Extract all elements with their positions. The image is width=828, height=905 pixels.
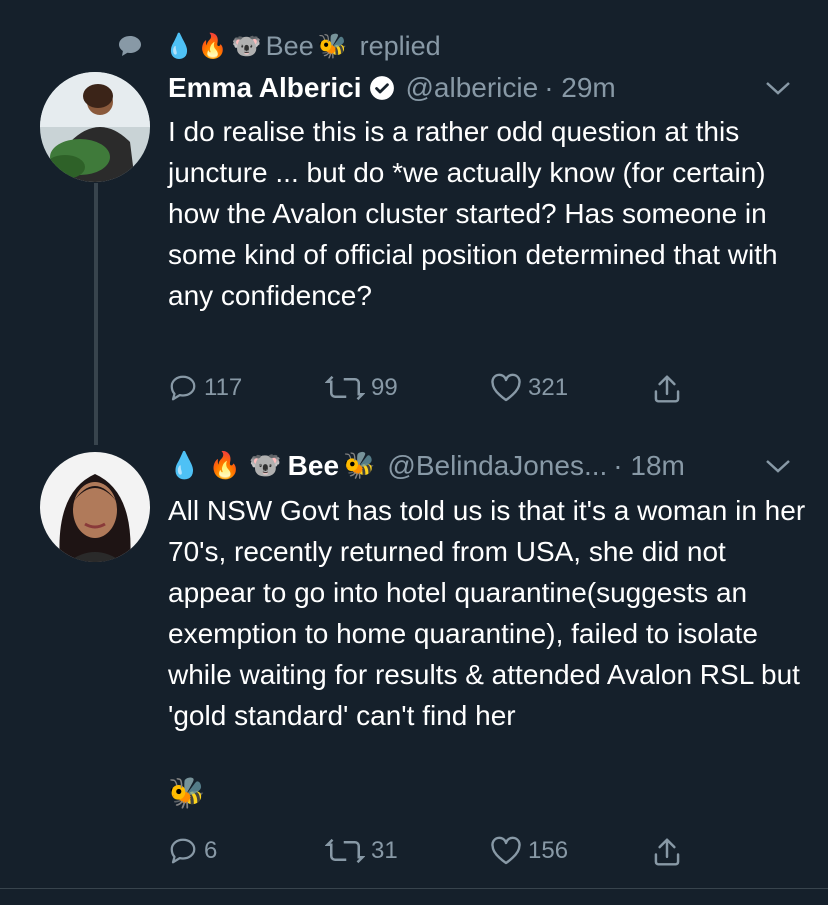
chevron-down-icon[interactable]	[765, 458, 791, 474]
retweet-icon	[325, 838, 365, 864]
tweet-time[interactable]: · 29m	[544, 72, 616, 104]
like-button[interactable]: 321	[490, 373, 568, 403]
tweet-text: I do realise this is a rather odd questi…	[168, 116, 778, 311]
emoji-bee: 🐝	[343, 451, 376, 481]
verified-badge-icon	[370, 76, 395, 100]
author-handle[interactable]: @albericie	[405, 72, 538, 104]
replied-label: replied	[359, 30, 441, 61]
avatar-emma[interactable]	[40, 72, 150, 182]
author-name[interactable]: Bee	[288, 450, 339, 482]
avatar-bee[interactable]	[40, 452, 150, 562]
reply-icon	[170, 375, 196, 401]
share-icon[interactable]	[652, 836, 682, 868]
tweet-text: All NSW Govt has told us is that it's a …	[168, 495, 806, 731]
like-count: 156	[528, 837, 569, 864]
replier-name: Bee	[265, 30, 314, 61]
reply-button[interactable]: 117	[168, 373, 242, 403]
retweet-icon	[325, 375, 365, 401]
thread-connector	[94, 183, 98, 445]
reply-count: 117	[204, 374, 243, 401]
name-prefix-emojis: 💧 🔥 🐨	[168, 451, 282, 481]
share-icon[interactable]	[652, 373, 682, 405]
retweet-button[interactable]: 31	[325, 836, 398, 866]
retweet-count: 31	[371, 837, 398, 864]
like-button[interactable]: 156	[490, 836, 568, 866]
tweet-time[interactable]: · 18m	[613, 450, 685, 482]
emoji-koala: 🐨	[231, 32, 262, 60]
chevron-down-icon[interactable]	[765, 80, 791, 96]
emoji-fire: 🔥	[197, 32, 228, 60]
heart-icon	[491, 836, 521, 865]
like-count: 321	[528, 374, 569, 401]
heart-icon	[491, 373, 521, 402]
divider	[0, 888, 828, 889]
emoji-bee: 🐝	[317, 32, 348, 60]
reply-button[interactable]: 6	[168, 836, 217, 866]
retweet-button[interactable]: 99	[325, 373, 398, 403]
tweet-header: Emma Alberici @albericie · 29m	[168, 68, 616, 108]
author-handle[interactable]: @BelindaJones...	[387, 450, 607, 482]
reply-icon	[170, 838, 196, 864]
author-name[interactable]: Emma Alberici	[168, 72, 361, 104]
emoji-bee: 🐝	[168, 776, 206, 811]
reply-context[interactable]: 💧 🔥 🐨 Bee 🐝 replied	[118, 26, 441, 66]
retweet-count: 99	[371, 374, 398, 401]
tweet-header: 💧 🔥 🐨 Bee 🐝 @BelindaJones... · 18m	[168, 446, 685, 486]
emoji-droplet: 💧	[164, 32, 194, 60]
speech-bubble-icon	[119, 36, 141, 56]
reply-count: 6	[204, 837, 218, 864]
